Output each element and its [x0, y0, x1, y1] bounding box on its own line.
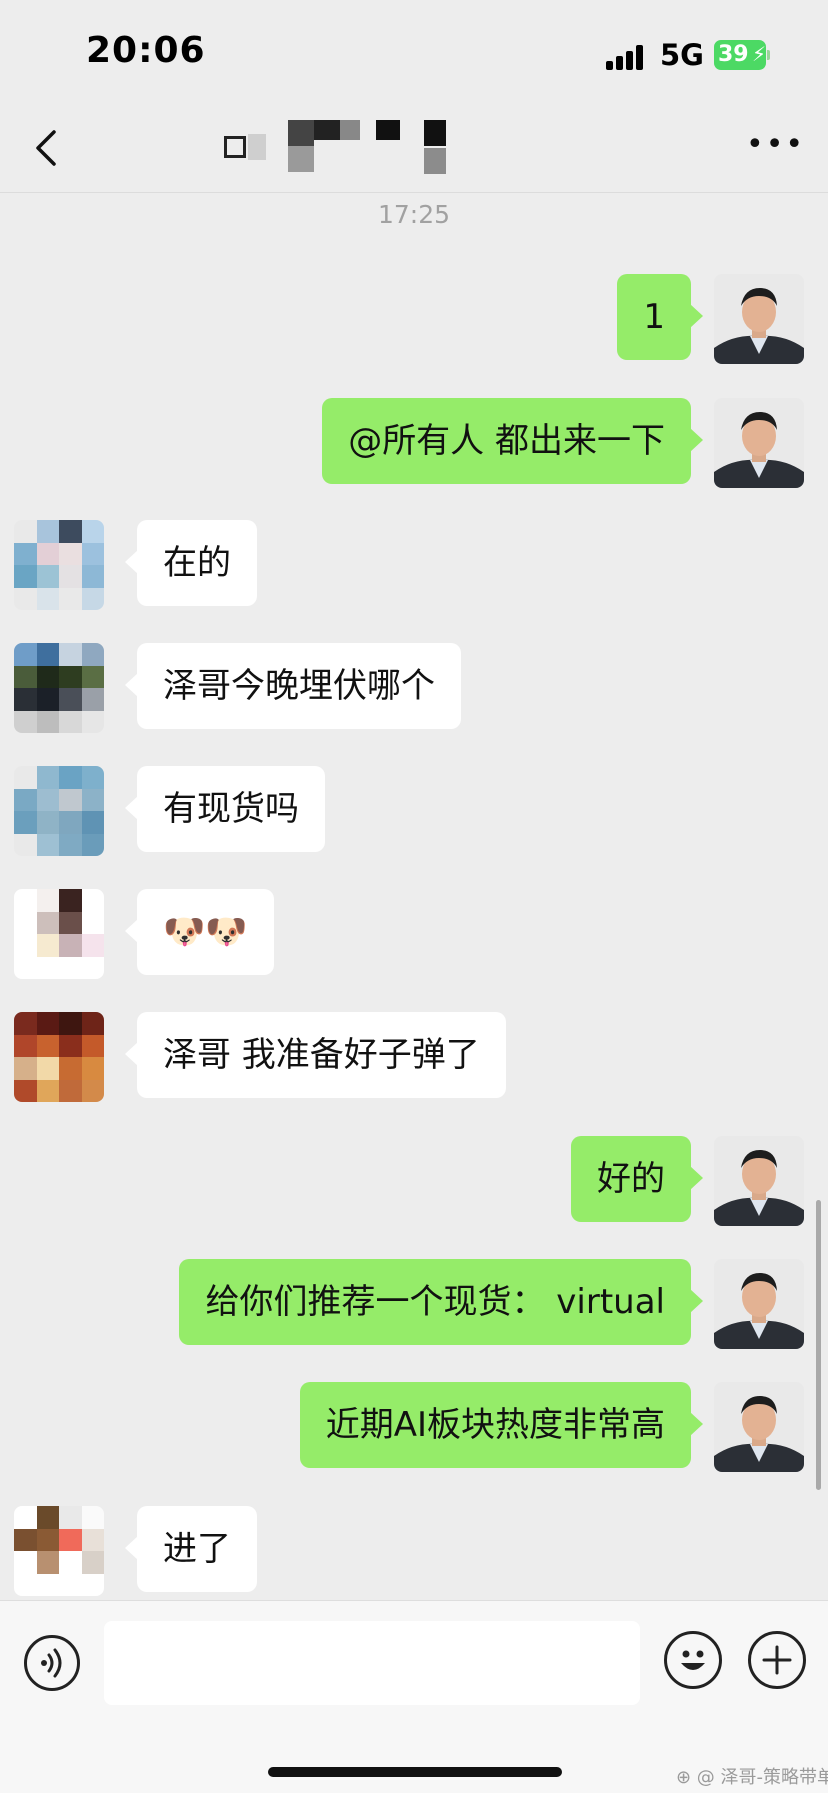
battery-icon: 39 ⚡ [714, 40, 770, 70]
my-avatar[interactable] [714, 1136, 804, 1226]
contact-avatar-pixelated[interactable] [14, 1012, 104, 1102]
my-avatar[interactable] [714, 398, 804, 488]
status-time: 20:06 [86, 30, 206, 71]
message-row: 泽哥 我准备好子弹了 [0, 1012, 828, 1102]
received-message-bubble[interactable]: 进了 [125, 1506, 257, 1592]
received-message-bubble[interactable]: 泽哥今晚埋伏哪个 [125, 643, 461, 729]
message-row: @所有人 都出来一下 [0, 398, 828, 488]
more-dots-icon[interactable]: ••• [746, 130, 803, 170]
contact-avatar-pixelated[interactable] [14, 889, 104, 979]
emoji-icon[interactable] [664, 1631, 722, 1689]
message-row: 好的 [0, 1136, 828, 1226]
message-row: 泽哥今晚埋伏哪个 [0, 643, 828, 733]
signal-icon [606, 44, 646, 70]
network-type: 5G [660, 38, 704, 72]
received-message-bubble[interactable]: 泽哥 我准备好子弹了 [125, 1012, 506, 1098]
my-avatar[interactable] [714, 1382, 804, 1472]
plus-icon[interactable] [748, 1631, 806, 1689]
scrollbar[interactable] [816, 1200, 821, 1490]
received-message-bubble[interactable]: 在的 [125, 520, 257, 606]
received-message-bubble[interactable]: 有现货吗 [125, 766, 325, 852]
charging-icon: ⚡ [752, 42, 767, 66]
received-emoji-bubble[interactable]: 🐶🐶 [125, 889, 274, 975]
input-bar: ⊕ @ 泽哥-策略带单 [0, 1600, 828, 1793]
home-indicator[interactable] [268, 1767, 562, 1777]
chat-title-redacted [224, 120, 456, 176]
message-row: 🐶🐶 [0, 889, 828, 979]
message-row: 在的 [0, 520, 828, 610]
message-timestamp: 17:25 [377, 200, 451, 229]
contact-avatar-pixelated[interactable] [14, 520, 104, 610]
message-row: 近期AI板块热度非常高 [0, 1382, 828, 1472]
voice-icon[interactable] [24, 1635, 80, 1691]
sent-message-bubble[interactable]: 近期AI板块热度非常高 [299, 1382, 704, 1468]
message-row: 进了 [0, 1506, 828, 1596]
battery-level: 39 [718, 42, 749, 67]
sent-message-bubble[interactable]: 好的 [571, 1136, 703, 1222]
message-input[interactable] [104, 1621, 640, 1705]
sent-message-bubble[interactable]: 给你们推荐一个现货： virtual [179, 1259, 703, 1345]
message-row: 给你们推荐一个现货： virtual [0, 1259, 828, 1349]
watermark: ⊕ @ 泽哥-策略带单 [676, 1767, 828, 1788]
sent-message-bubble[interactable]: 1 [617, 274, 703, 360]
contact-avatar-pixelated[interactable] [14, 766, 104, 856]
chat-header: ••• [0, 110, 828, 193]
message-row: 有现货吗 [0, 766, 828, 856]
chevron-left-icon[interactable] [30, 124, 74, 174]
contact-avatar-pixelated[interactable] [14, 1506, 104, 1596]
my-avatar[interactable] [714, 274, 804, 364]
my-avatar[interactable] [714, 1259, 804, 1349]
status-bar: 20:06 5G 39 ⚡ [0, 0, 828, 110]
message-row: 1 [0, 274, 828, 364]
contact-avatar-pixelated[interactable] [14, 643, 104, 733]
sent-message-bubble[interactable]: @所有人 都出来一下 [322, 398, 703, 484]
